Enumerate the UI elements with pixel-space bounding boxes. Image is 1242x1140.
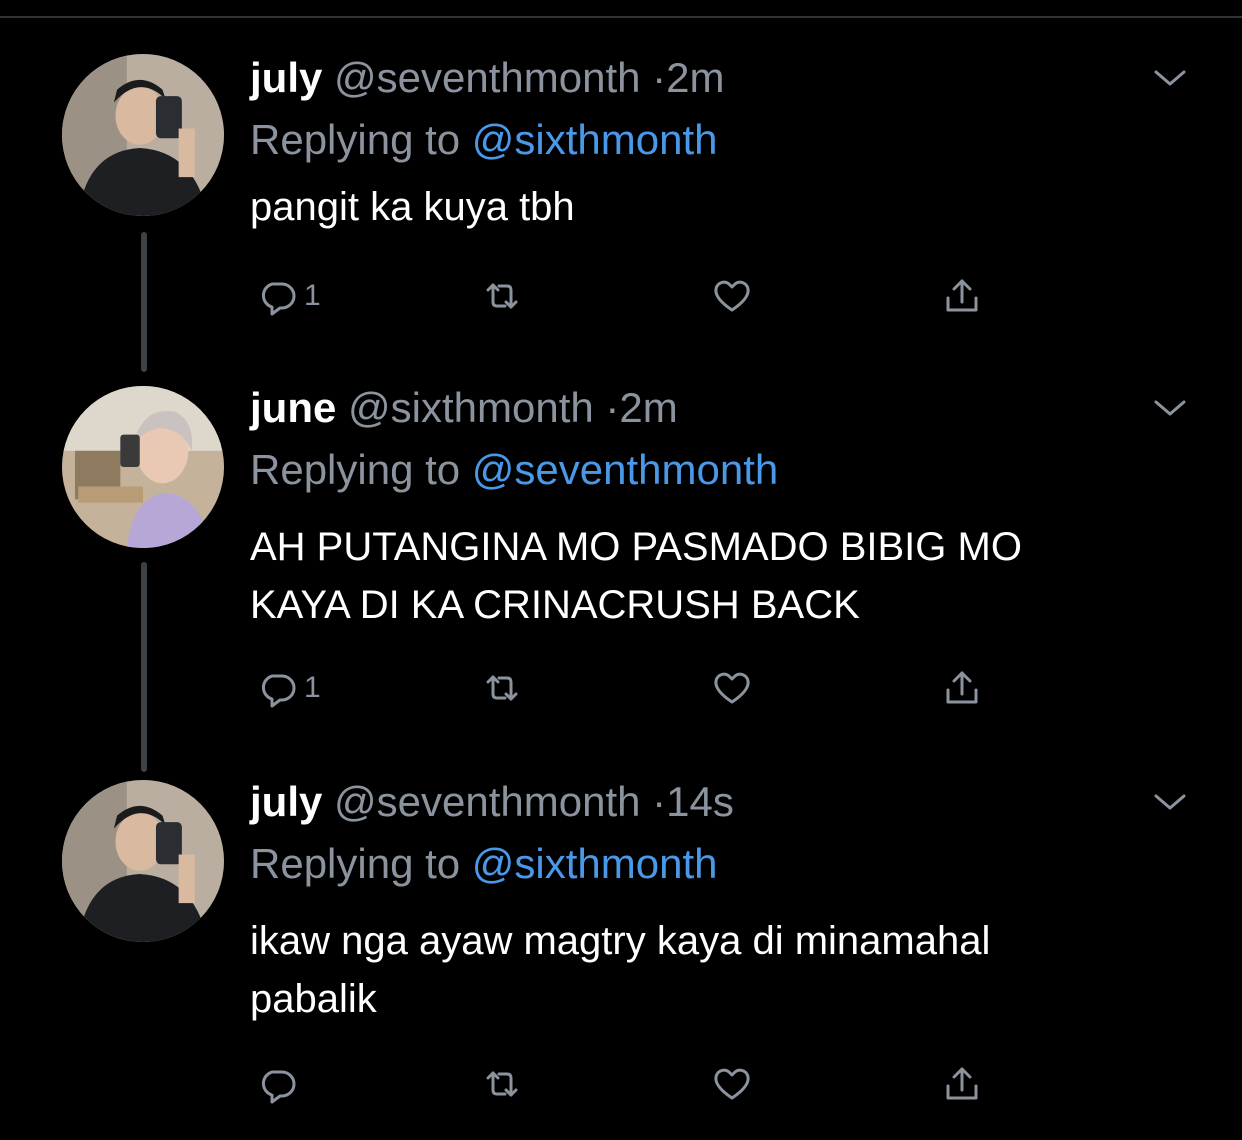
like-button[interactable] [712, 270, 752, 322]
timestamp[interactable]: 2m [666, 54, 724, 101]
chevron-down-icon[interactable] [1152, 788, 1188, 816]
retweet-icon [486, 675, 518, 701]
retweet-button[interactable] [482, 270, 522, 322]
avatar-photo [62, 386, 224, 548]
avatar[interactable] [62, 386, 224, 548]
top-divider [0, 16, 1242, 18]
retweet-button[interactable] [482, 662, 522, 714]
action-bar: 1 [250, 662, 1010, 714]
tweet-text-line: KAYA DI KA CRINACRUSH BACK [250, 583, 860, 627]
separator-dot: · [652, 54, 667, 101]
tweet-text-line: ikaw nga ayaw magtry kaya di minamahal [250, 919, 991, 963]
tweet-header: july @seventhmonth ·2m [250, 52, 725, 104]
tweet-text: pangit ka kuya tbh [250, 178, 1210, 236]
reply-button[interactable]: 1 [258, 270, 321, 322]
display-name[interactable]: july [250, 54, 322, 101]
timestamp[interactable]: 14s [666, 778, 734, 825]
action-bar [250, 1058, 1010, 1110]
share-button[interactable] [942, 662, 982, 714]
share-button[interactable] [942, 270, 982, 322]
user-handle[interactable]: @sixthmonth [348, 384, 594, 431]
tweet-text: ikaw nga ayaw magtry kaya di minamahal p… [250, 912, 1210, 1028]
share-button[interactable] [942, 1058, 982, 1110]
tweet-text-line: pangit ka kuya tbh [250, 185, 575, 229]
tweet-text: AH PUTANGINA MO PASMADO BIBIG MO KAYA DI… [250, 518, 1210, 634]
share-icon [946, 1067, 978, 1100]
reply-icon [262, 1070, 296, 1104]
replying-to-label: Replying to [250, 446, 461, 493]
avatar[interactable] [62, 780, 224, 942]
retweet-icon [486, 283, 518, 309]
tweet-text-line: AH PUTANGINA MO PASMADO BIBIG MO [250, 525, 1022, 569]
retweet-button[interactable] [482, 1058, 522, 1110]
like-button[interactable] [712, 1058, 752, 1110]
reply-count: 1 [304, 279, 321, 312]
replying-to: Replying to @sixthmonth [250, 838, 718, 890]
like-button[interactable] [712, 662, 752, 714]
replying-to-handle[interactable]: @seventhmonth [472, 446, 778, 493]
heart-icon [714, 672, 750, 704]
avatar[interactable] [62, 54, 224, 216]
chevron-down-icon[interactable] [1152, 394, 1188, 422]
heart-icon [714, 1068, 750, 1100]
reply-count: 1 [304, 671, 321, 704]
user-handle[interactable]: @seventhmonth [334, 54, 640, 101]
tweet-header: july @seventhmonth ·14s [250, 776, 734, 828]
display-name[interactable]: june [250, 384, 336, 431]
separator-dot: · [652, 778, 667, 825]
share-icon [946, 279, 978, 312]
reply-button[interactable]: 1 [258, 662, 321, 714]
replying-to-handle[interactable]: @sixthmonth [472, 840, 718, 887]
reply-button[interactable] [258, 1058, 304, 1110]
tweet-header: june @sixthmonth ·2m [250, 382, 678, 434]
avatar-photo [62, 780, 224, 942]
tweet[interactable]: july @seventhmonth ·14s Replying to @six… [0, 776, 1242, 1140]
retweet-icon [486, 1071, 518, 1097]
tweet[interactable]: june @sixthmonth ·2m Replying to @sevent… [0, 382, 1242, 762]
share-icon [946, 671, 978, 704]
user-handle[interactable]: @seventhmonth [334, 778, 640, 825]
replying-to-handle[interactable]: @sixthmonth [472, 116, 718, 163]
replying-to: Replying to @sixthmonth [250, 114, 718, 166]
action-bar: 1 [250, 270, 1010, 322]
tweet-text-line: pabalik [250, 977, 377, 1021]
chevron-down-icon[interactable] [1152, 64, 1188, 92]
separator-dot: · [605, 384, 620, 431]
reply-icon [262, 674, 296, 708]
replying-to-label: Replying to [250, 840, 461, 887]
replying-to: Replying to @seventhmonth [250, 444, 778, 496]
display-name[interactable]: july [250, 778, 322, 825]
replying-to-label: Replying to [250, 116, 461, 163]
reply-icon [262, 282, 296, 316]
tweet[interactable]: july @seventhmonth ·2m Replying to @sixt… [0, 52, 1242, 372]
timestamp[interactable]: 2m [619, 384, 677, 431]
avatar-photo [62, 54, 224, 216]
heart-icon [714, 280, 750, 312]
